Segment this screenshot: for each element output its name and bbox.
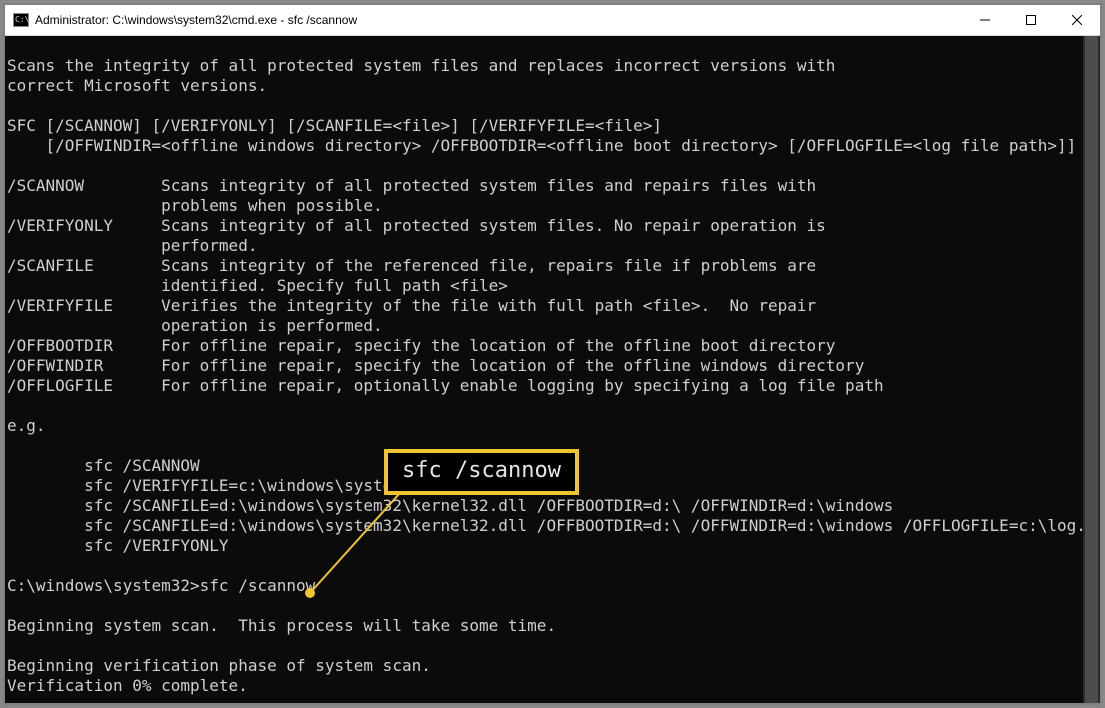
term-line: /OFFBOOTDIR For offline repair, specify …: [7, 336, 835, 355]
term-line: Beginning verification phase of system s…: [7, 656, 431, 675]
term-line: /SCANFILE Scans integrity of the referen…: [7, 256, 816, 275]
term-line: correct Microsoft versions.: [7, 76, 267, 95]
terminal-viewport[interactable]: Scans the integrity of all protected sys…: [5, 36, 1083, 703]
annotation-callout: sfc /scannow: [384, 449, 579, 495]
term-line: problems when possible.: [7, 196, 383, 215]
titlebar[interactable]: C:\ Administrator: C:\windows\system32\c…: [5, 5, 1100, 36]
term-line: /VERIFYFILE Verifies the integrity of th…: [7, 296, 816, 315]
annotation-leader-dot: [305, 588, 315, 598]
cmd-icon: C:\: [13, 12, 29, 28]
term-line: sfc /SCANFILE=d:\windows\system32\kernel…: [7, 496, 893, 515]
term-line: sfc /VERIFYONLY: [7, 536, 229, 555]
minimize-button[interactable]: [962, 5, 1008, 35]
scrollbar-track[interactable]: [1083, 36, 1100, 703]
term-line: /VERIFYONLY Scans integrity of all prote…: [7, 216, 826, 235]
term-line: sfc /SCANNOW: [7, 456, 200, 475]
term-line: C:\windows\system32>sfc /scannow: [7, 576, 315, 595]
term-line: /SCANNOW Scans integrity of all protecte…: [7, 176, 816, 195]
term-line: Verification 0% complete.: [7, 676, 248, 695]
terminal-output: Scans the integrity of all protected sys…: [5, 36, 1083, 696]
scrollbar-thumb[interactable]: [1085, 36, 1098, 703]
close-button[interactable]: [1054, 5, 1100, 35]
term-line: sfc /SCANFILE=d:\windows\system32\kernel…: [7, 516, 1100, 535]
cmd-window: C:\ Administrator: C:\windows\system32\c…: [4, 4, 1101, 704]
term-line: Scans the integrity of all protected sys…: [7, 56, 835, 75]
svg-text:C:\: C:\: [15, 15, 29, 24]
term-line: operation is performed.: [7, 316, 383, 335]
term-line: /OFFWINDIR For offline repair, specify t…: [7, 356, 864, 375]
term-line: Beginning system scan. This process will…: [7, 616, 556, 635]
term-line: e.g.: [7, 416, 46, 435]
term-line: [/OFFWINDIR=<offline windows directory> …: [7, 136, 1076, 155]
term-line: performed.: [7, 236, 257, 255]
window-controls: [962, 5, 1100, 35]
window-title: Administrator: C:\windows\system32\cmd.e…: [35, 13, 962, 27]
term-line: identified. Specify full path <file>: [7, 276, 508, 295]
term-line: SFC [/SCANNOW] [/VERIFYONLY] [/SCANFILE=…: [7, 116, 662, 135]
maximize-button[interactable]: [1008, 5, 1054, 35]
terminal-area[interactable]: Scans the integrity of all protected sys…: [5, 36, 1100, 703]
term-line: /OFFLOGFILE For offline repair, optional…: [7, 376, 884, 395]
